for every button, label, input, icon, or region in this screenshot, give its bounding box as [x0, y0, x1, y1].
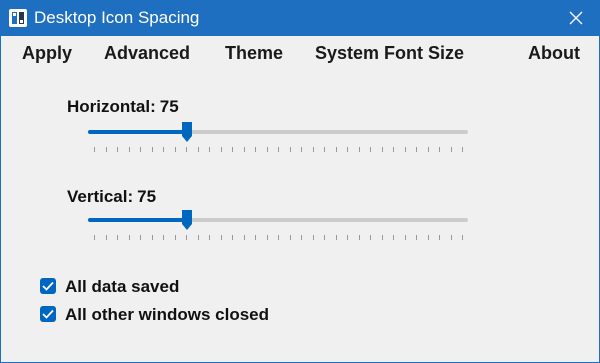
- slider-tick: [416, 147, 417, 152]
- slider-tick: [336, 147, 337, 152]
- all-other-windows-closed-label: All other windows closed: [65, 305, 270, 324]
- slider-tick: [106, 235, 107, 240]
- menu-bar: Apply Advanced Theme System Font Size Ab…: [1, 36, 599, 71]
- slider-tick: [359, 147, 360, 152]
- slider-tick: [462, 147, 463, 152]
- slider-tick: [244, 147, 245, 152]
- slider-tick: [382, 235, 383, 240]
- all-data-saved-checkbox[interactable]: [40, 278, 56, 294]
- slider-tick: [198, 235, 199, 240]
- slider-tick: [175, 235, 176, 240]
- slider-tick: [94, 147, 95, 152]
- slider-tick: [152, 235, 153, 240]
- slider-tick: [324, 147, 325, 152]
- checkmark-icon: [42, 281, 54, 291]
- app-window: Desktop Icon Spacing Apply Advanced Them…: [0, 0, 600, 363]
- slider-tick: [129, 147, 130, 152]
- vertical-slider-ticks: [94, 235, 463, 241]
- slider-tick: [451, 235, 452, 240]
- slider-tick: [267, 235, 268, 240]
- slider-tick: [232, 235, 233, 240]
- slider-tick: [221, 147, 222, 152]
- slider-tick: [301, 235, 302, 240]
- slider-tick: [209, 235, 210, 240]
- slider-tick: [301, 147, 302, 152]
- app-icon: [9, 9, 27, 27]
- horizontal-slider-thumb[interactable]: [181, 121, 193, 143]
- menu-apply[interactable]: Apply: [22, 43, 72, 64]
- slider-tick: [129, 235, 130, 240]
- title-bar[interactable]: Desktop Icon Spacing: [1, 1, 599, 36]
- horizontal-slider-ticks: [94, 147, 463, 153]
- slider-tick: [163, 235, 164, 240]
- vertical-value: 75: [137, 187, 157, 206]
- slider-tick: [175, 147, 176, 152]
- slider-tick: [140, 147, 141, 152]
- slider-tick: [428, 235, 429, 240]
- slider-tick: [324, 235, 325, 240]
- horizontal-slider-label: Horizontal: 75: [67, 97, 179, 117]
- slider-tick: [244, 235, 245, 240]
- slider-tick: [232, 147, 233, 152]
- slider-tick: [94, 235, 95, 240]
- slider-tick: [336, 235, 337, 240]
- slider-tick: [347, 235, 348, 240]
- slider-tick: [278, 147, 279, 152]
- vertical-slider-fill: [88, 218, 183, 222]
- slider-tick: [359, 235, 360, 240]
- close-button[interactable]: [553, 1, 599, 36]
- horizontal-slider-track[interactable]: [88, 130, 468, 134]
- slider-tick: [117, 147, 118, 152]
- slider-tick: [370, 235, 371, 240]
- menu-theme[interactable]: Theme: [225, 43, 283, 64]
- slider-tick: [117, 235, 118, 240]
- menu-about[interactable]: About: [528, 43, 580, 64]
- vertical-slider-thumb[interactable]: [181, 209, 193, 231]
- slider-tick: [405, 235, 406, 240]
- menu-system-font-size[interactable]: System Font Size: [315, 43, 464, 64]
- slider-tick: [140, 235, 141, 240]
- slider-tick: [163, 147, 164, 152]
- slider-tick: [416, 235, 417, 240]
- vertical-slider-label: Vertical: 75: [67, 187, 156, 207]
- vertical-label-text: Vertical:: [67, 187, 134, 206]
- slider-tick: [393, 147, 394, 152]
- slider-tick: [313, 147, 314, 152]
- slider-tick: [209, 147, 210, 152]
- all-data-saved-label: All data saved: [65, 277, 180, 296]
- slider-tick: [439, 235, 440, 240]
- slider-tick: [313, 235, 314, 240]
- vertical-slider-track[interactable]: [88, 218, 468, 222]
- slider-tick: [267, 147, 268, 152]
- slider-tick: [451, 147, 452, 152]
- slider-tick: [439, 147, 440, 152]
- slider-tick: [393, 235, 394, 240]
- window-title: Desktop Icon Spacing: [34, 8, 200, 27]
- menu-advanced[interactable]: Advanced: [104, 43, 190, 64]
- horizontal-slider-fill: [88, 130, 183, 134]
- horizontal-value: 75: [159, 97, 179, 116]
- checkmark-icon: [42, 309, 54, 319]
- slider-tick: [152, 147, 153, 152]
- slider-tick: [106, 147, 107, 152]
- slider-tick: [290, 235, 291, 240]
- close-icon: [569, 11, 583, 25]
- slider-tick: [221, 235, 222, 240]
- slider-tick: [186, 147, 187, 152]
- slider-tick: [278, 235, 279, 240]
- slider-tick: [186, 235, 187, 240]
- slider-tick: [370, 147, 371, 152]
- slider-tick: [198, 147, 199, 152]
- slider-tick: [255, 147, 256, 152]
- slider-tick: [428, 147, 429, 152]
- all-other-windows-closed-checkbox[interactable]: [40, 306, 56, 322]
- slider-tick: [347, 147, 348, 152]
- slider-tick: [382, 147, 383, 152]
- horizontal-label-text: Horizontal:: [67, 97, 156, 116]
- slider-tick: [290, 147, 291, 152]
- slider-tick: [462, 235, 463, 240]
- slider-tick: [405, 147, 406, 152]
- slider-tick: [255, 235, 256, 240]
